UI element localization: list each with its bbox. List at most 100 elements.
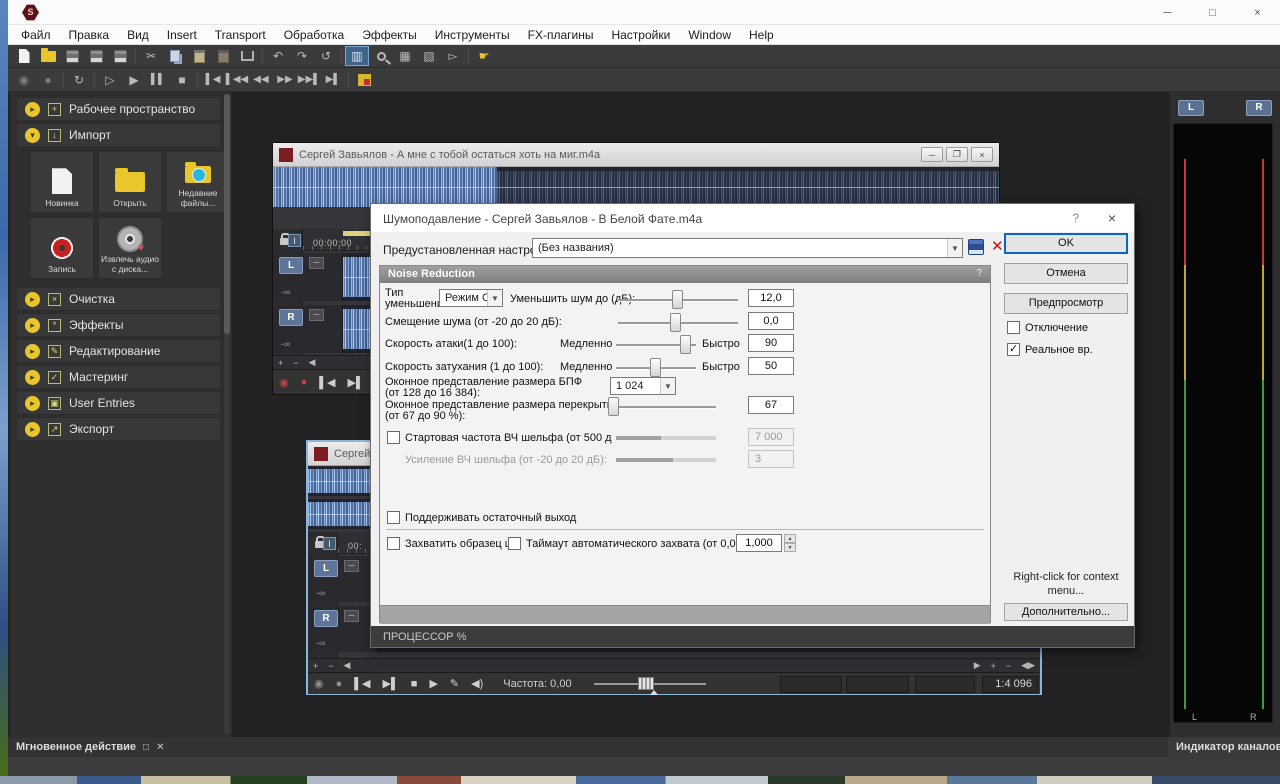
sidebar-section-1[interactable]: ▾↓Импорт [17,124,220,146]
spin-down-icon[interactable]: ▼ [784,543,796,552]
new-file-icon[interactable] [12,46,36,66]
menu-item[interactable]: Transport [206,28,275,42]
copy-icon[interactable] [163,46,187,66]
record-icon[interactable]: ● [36,70,60,90]
cursor-time-field[interactable] [780,676,842,693]
spin-up-icon[interactable]: ▲ [784,534,796,543]
float-panel-icon[interactable]: □ [143,742,149,753]
overview-rest[interactable] [497,171,999,204]
sidebar-section-7[interactable]: ▸↗Экспорт [17,418,220,440]
scroll-left-icon[interactable]: ◀ [339,660,356,671]
sidebar-section-0[interactable]: ▸+Рабочее пространство [17,98,220,120]
statistics-icon[interactable]: ▦ [393,46,417,66]
overlap-value-field[interactable]: 67 [748,396,794,414]
menu-item[interactable]: Правка [60,28,119,42]
dialog-close-icon[interactable]: × [1108,210,1116,226]
cut-icon[interactable]: ✂ [139,46,163,66]
save-icon[interactable] [60,46,84,66]
save-all-icon[interactable] [108,46,132,66]
go-to-start-icon[interactable]: ▌◀ [313,376,341,389]
release-slider[interactable] [616,367,696,369]
sidebar-section-6[interactable]: ▸▣User Entries [17,392,220,414]
menu-item[interactable]: Эффекты [353,28,426,42]
right-channel-minimize[interactable]: ─ [344,610,359,622]
chevron-down-icon[interactable]: ▼ [487,290,502,306]
overlap-slider-thumb[interactable] [608,397,619,416]
bias-slider-thumb[interactable] [670,313,681,332]
sidebar-section-4[interactable]: ▸✎Редактирование [17,340,220,362]
stop-icon[interactable]: ■ [405,678,424,690]
instant-action-titlebar[interactable]: Мгновенное действие □ ✕ [8,737,1168,757]
go-to-start-icon[interactable]: ▌◀ [201,70,225,90]
reduce-slider-thumb[interactable] [672,290,683,309]
attack-value-field[interactable]: 90 [748,334,794,352]
zoom-out-icon[interactable]: − [1001,661,1016,671]
window1-minimize-button[interactable]: ─ [921,147,943,162]
zoom-out-icon[interactable]: − [323,661,338,671]
shelf-freq-checkbox[interactable] [387,431,400,444]
tool-cursor-icon[interactable]: ▻ [441,46,465,66]
menu-item[interactable]: FX-плагины [519,28,603,42]
plugin-help-icon[interactable]: ? [976,268,982,279]
more-button[interactable]: Дополнительно... [1004,603,1128,621]
realtime-checkbox[interactable] [1007,343,1020,356]
sidebar-section-5[interactable]: ▸✓Мастеринг [17,366,220,388]
bypass-checkbox[interactable] [1007,321,1020,334]
redo-icon[interactable]: ↷ [290,46,314,66]
zoom-in-icon[interactable]: + [273,358,288,368]
preview-button[interactable]: Предпросмотр [1004,293,1128,314]
delete-preset-icon[interactable]: ✕ [991,237,1004,255]
selection-grid-icon[interactable]: ▧ [417,46,441,66]
next-marker-icon[interactable]: ▶▶▌ [297,70,321,90]
mix-paste-icon[interactable] [211,46,235,66]
left-channel-minimize[interactable]: ─ [344,560,359,572]
pause-icon[interactable]: ▌▌ [146,70,170,90]
previous-marker-icon[interactable]: ▌◀◀ [225,70,249,90]
bias-slider[interactable] [618,322,738,324]
fft-size-combobox[interactable]: 1 024 ▼ [610,377,676,395]
go-to-end-icon[interactable]: ▶▌ [377,677,405,690]
close-button[interactable]: × [1235,0,1280,25]
right-channel-button[interactable]: R [314,610,338,627]
right-channel-minimize[interactable]: ─ [309,309,324,321]
overview-selection[interactable] [273,167,497,207]
right-channel-button[interactable]: R [279,309,303,326]
overlap-slider[interactable] [610,406,716,408]
window1-overview-waveform[interactable] [273,167,999,207]
menu-item[interactable]: Window [679,28,740,42]
level-meters[interactable]: L R [1173,123,1273,723]
attack-slider[interactable] [616,344,696,346]
reduce-slider[interactable] [618,299,738,301]
trim-icon[interactable] [235,46,259,66]
menu-item[interactable]: Вид [118,28,158,42]
menu-item[interactable]: Инструменты [426,28,519,42]
fit-icon[interactable]: ◀▶ [1016,660,1040,671]
zoom-ratio-field[interactable]: 1:4 096 [982,676,1038,693]
ok-button[interactable]: OK [1004,233,1128,254]
meter-right-button[interactable]: R [1246,100,1272,116]
custom-tool-icon[interactable] [352,70,376,90]
open-icon[interactable] [36,46,60,66]
sidebar-scrollbar[interactable] [224,94,230,735]
zoom-out-icon[interactable]: − [288,358,303,368]
residual-checkbox[interactable] [387,511,400,524]
menu-item[interactable]: Insert [158,28,206,42]
sidebar-section-3[interactable]: ▸*Эффекты [17,314,220,336]
zoom-in-icon[interactable]: + [308,661,323,671]
scroll-right-icon[interactable]: ▶ [969,660,986,671]
undo-icon[interactable]: ↶ [266,46,290,66]
window1-close-button[interactable]: × [971,147,993,162]
preset-combobox[interactable]: (Без названия) ▼ [532,238,963,258]
menu-item[interactable]: Настройки [602,28,679,42]
tile-record[interactable]: Запись [31,218,93,278]
window1-restore-button[interactable]: ❐ [946,147,968,162]
bias-value-field[interactable]: 0,0 [748,312,794,330]
left-channel-button[interactable]: L [314,560,338,577]
chevron-down-icon[interactable]: ▼ [947,239,962,257]
dialog-help-icon[interactable]: ? [1072,211,1079,225]
loop-playback-icon[interactable]: ↻ [67,70,91,90]
tile-folder[interactable]: Открыть [99,152,161,212]
timeout-value-field[interactable]: 1,000 [736,534,782,552]
undo-all-icon[interactable]: ↺ [314,46,338,66]
record-icon[interactable]: ● [295,376,314,388]
